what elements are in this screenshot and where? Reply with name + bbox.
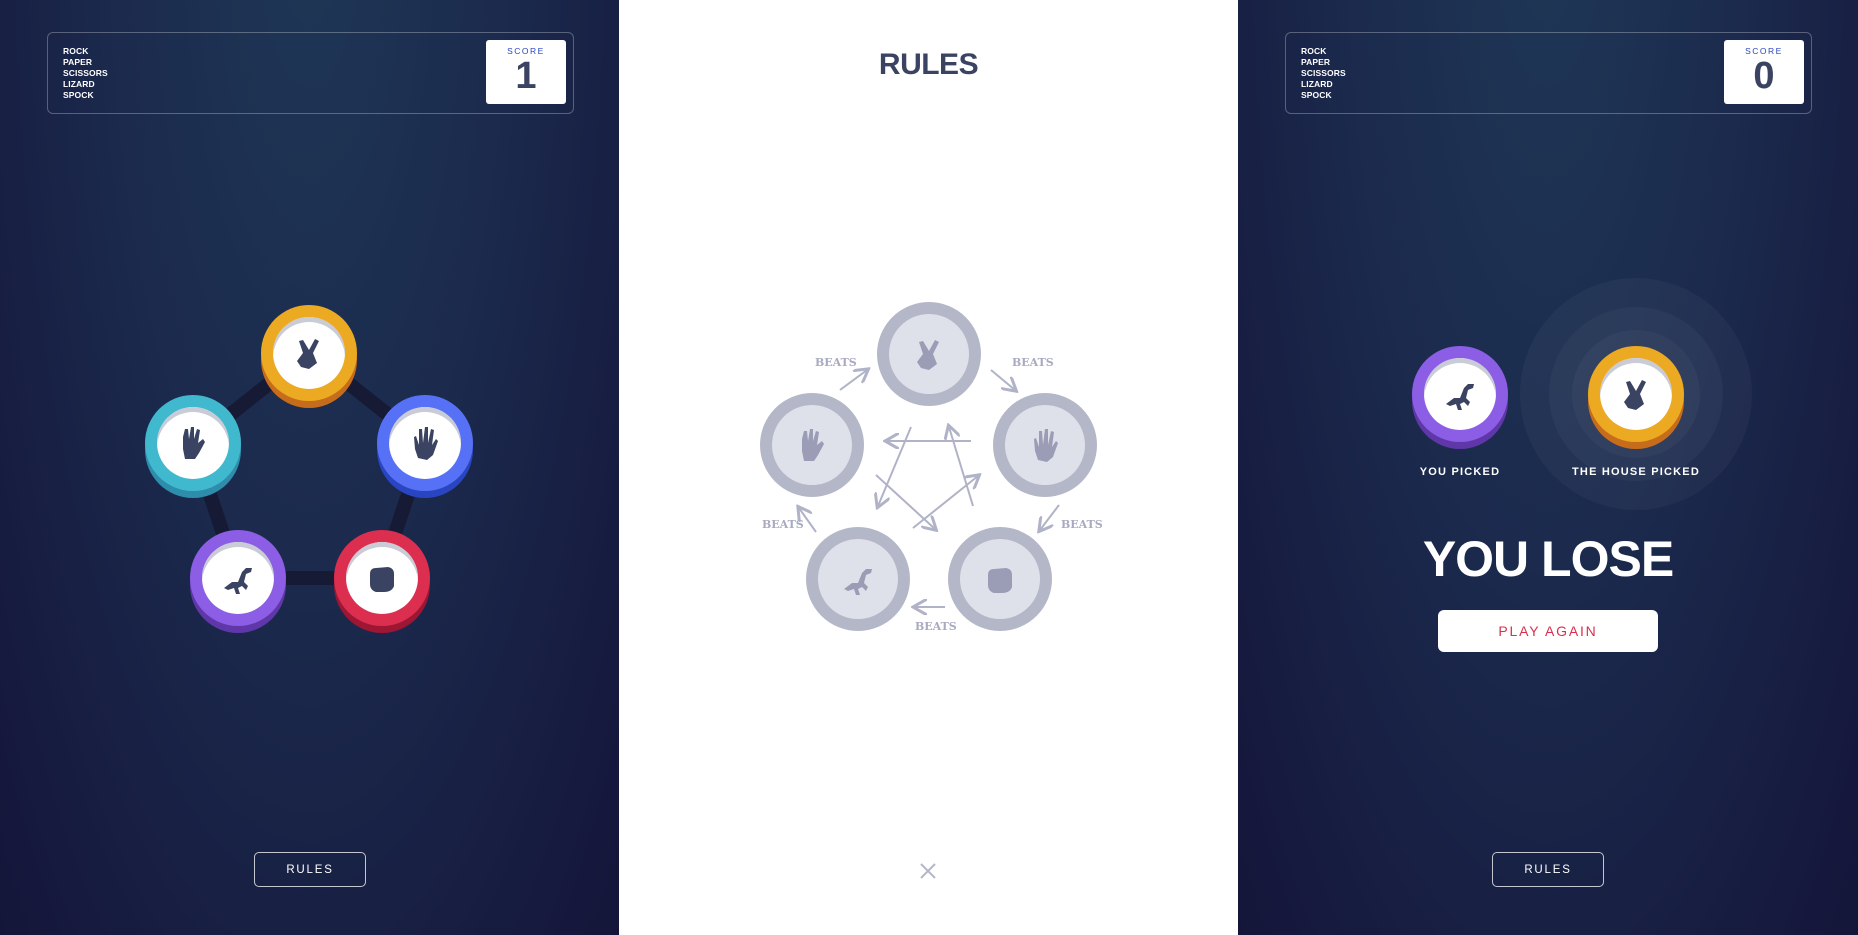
rule-lizard [806, 527, 910, 631]
house-picked-scissors-token [1588, 346, 1684, 442]
score-box: SCORE 0 [1724, 40, 1804, 104]
close-button[interactable] [918, 861, 938, 881]
lizard-token[interactable] [190, 530, 286, 626]
lizard-icon [1440, 374, 1480, 414]
scissors-icon [909, 334, 949, 374]
spock-token[interactable] [145, 395, 241, 491]
beats-label: BEATS [915, 620, 957, 633]
spock-icon [173, 423, 213, 463]
rules-modal: RULES BEATS BEATS BEATS BEATS BEATS [619, 0, 1238, 935]
result-text: YOU LOSE [1422, 531, 1674, 587]
rules-button[interactable]: RULES [254, 852, 366, 887]
title-line: SPOCK [1301, 90, 1332, 100]
scissors-token[interactable] [261, 305, 357, 401]
lizard-icon [838, 559, 878, 599]
result-panel: ROCK PAPER SCISSORS LIZARD SPOCK SCORE 0… [1238, 0, 1858, 935]
header: ROCK PAPER SCISSORS LIZARD SPOCK SCORE 0 [1285, 32, 1812, 114]
game-title: ROCK PAPER SCISSORS LIZARD SPOCK [1301, 46, 1346, 101]
rule-rock [948, 527, 1052, 631]
close-icon [918, 861, 938, 881]
beats-label: BEATS [815, 356, 857, 369]
paper-icon [405, 423, 445, 463]
scissors-icon [289, 333, 329, 373]
rules-diagram [619, 0, 1060, 935]
score-value: 0 [1753, 55, 1775, 97]
rule-spock [760, 393, 864, 497]
you-picked-label: YOU PICKED [1419, 466, 1501, 478]
rules-button[interactable]: RULES [1492, 852, 1604, 887]
scissors-icon [1616, 374, 1656, 414]
rock-token[interactable] [334, 530, 430, 626]
beats-label: BEATS [762, 518, 804, 531]
lizard-icon [218, 558, 258, 598]
paper-token[interactable] [377, 395, 473, 491]
paper-icon [1025, 425, 1065, 465]
title-line: SCISSORS [1301, 68, 1346, 78]
spock-icon [792, 425, 832, 465]
title-line: PAPER [1301, 57, 1331, 67]
rule-paper [993, 393, 1097, 497]
beats-label: BEATS [1012, 356, 1054, 369]
title-line: LIZARD [1301, 79, 1333, 89]
you-picked-lizard-token [1412, 346, 1508, 442]
house-picked-label: THE HOUSE PICKED [1572, 466, 1700, 478]
title-line: ROCK [1301, 46, 1327, 56]
pentagon-connector [186, 345, 432, 585]
rule-scissors [877, 302, 981, 406]
rock-icon [362, 558, 402, 598]
beats-label: BEATS [1061, 518, 1103, 531]
game-panel: ROCK PAPER SCISSORS LIZARD SPOCK SCORE 1 [0, 0, 619, 935]
play-again-button[interactable]: PLAY AGAIN [1438, 610, 1658, 652]
rock-icon [980, 559, 1020, 599]
